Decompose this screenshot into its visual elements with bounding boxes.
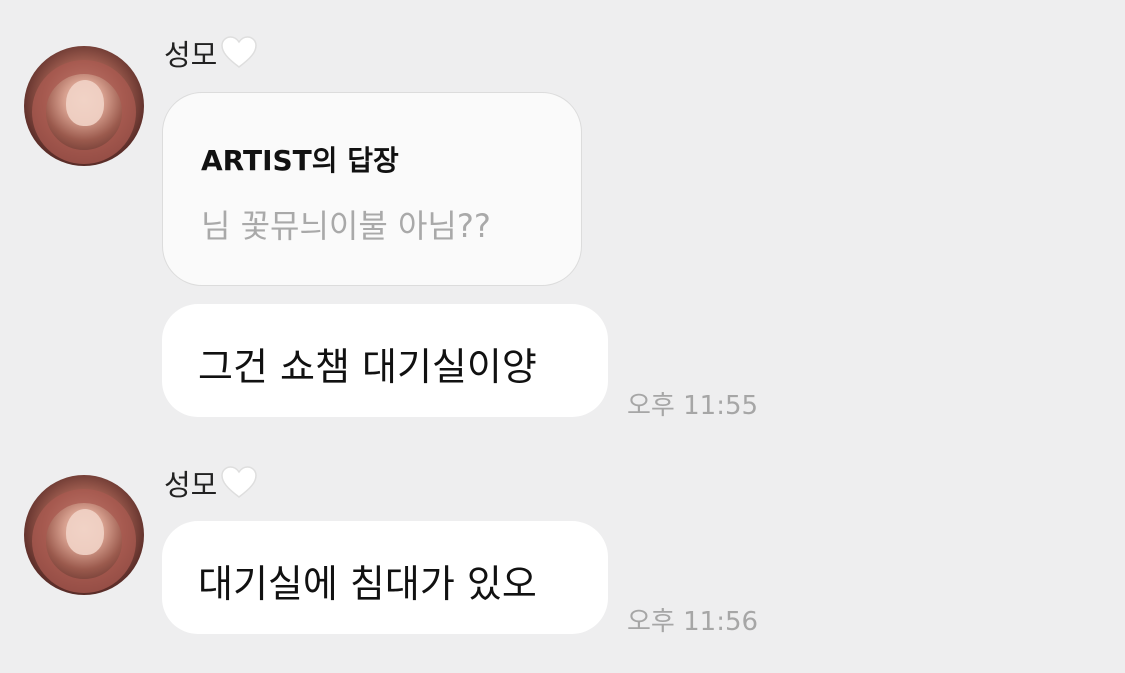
avatar-face [66, 80, 104, 126]
message-group: 성모 대기실에 침대가 있오 오후 11:56 [0, 440, 1125, 673]
reply-title: ARTIST의 답장 [201, 144, 399, 177]
avatar[interactable] [24, 475, 144, 595]
sender-name: 성모 [164, 32, 259, 74]
message-bubble[interactable]: 그건 쇼챔 대기실이양 [162, 304, 608, 417]
reply-quote: 님 꽃뮤늬이불 아님?? [201, 207, 491, 245]
message-text: 대기실에 침대가 있오 [198, 562, 537, 606]
white-heart-icon [219, 33, 259, 73]
avatar-face [66, 509, 104, 555]
sender-name: 성모 [164, 462, 259, 504]
white-heart-icon [219, 463, 259, 503]
avatar[interactable] [24, 46, 144, 166]
reply-bubble[interactable]: ARTIST의 답장 님 꽃뮤늬이불 아님?? [162, 92, 582, 286]
message-group: 성모 ARTIST의 답장 님 꽃뮤늬이불 아님?? 그건 쇼챔 대기실이양 오… [0, 0, 1125, 440]
message-text: 그건 쇼챔 대기실이양 [198, 345, 537, 389]
sender-label: 성모 [164, 38, 218, 72]
sender-label: 성모 [164, 468, 218, 502]
timestamp: 오후 11:56 [627, 607, 759, 637]
timestamp: 오후 11:55 [627, 391, 759, 421]
message-bubble[interactable]: 대기실에 침대가 있오 [162, 521, 608, 634]
